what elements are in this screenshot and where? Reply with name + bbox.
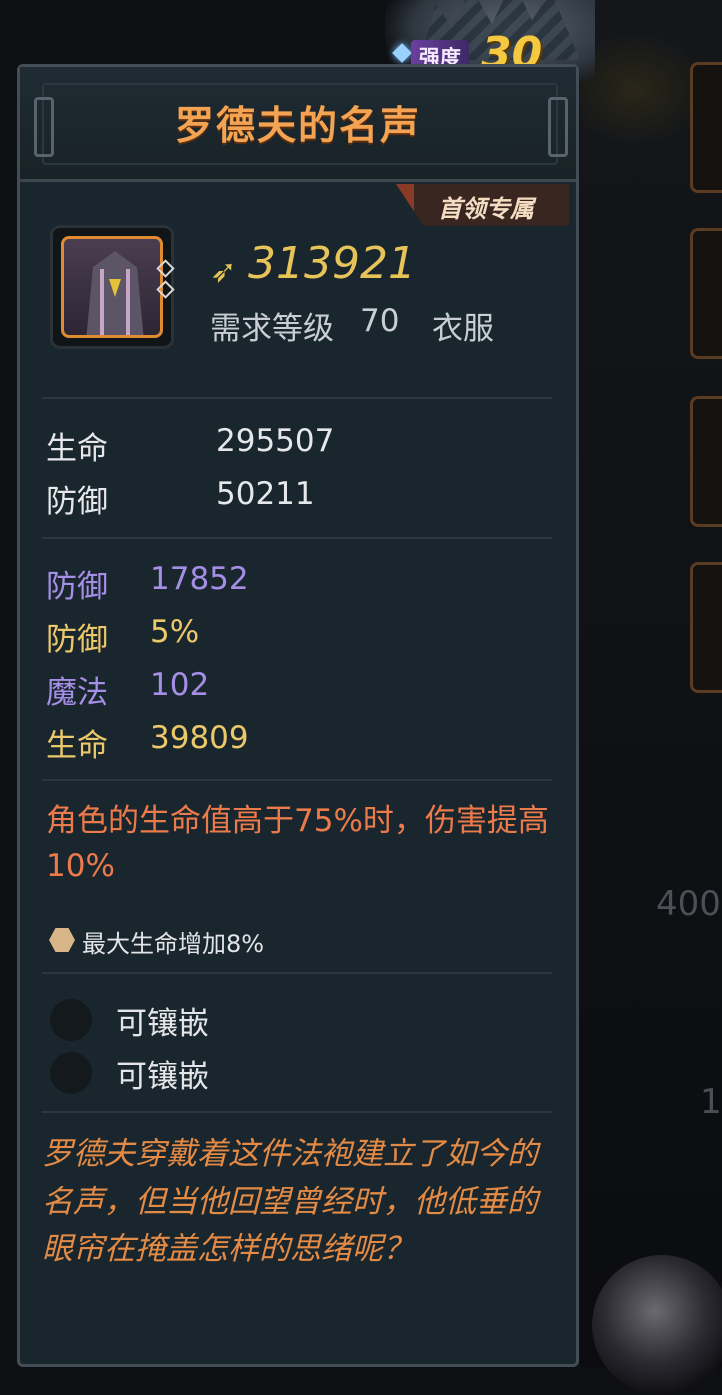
empty-socket-icon[interactable]	[50, 1052, 92, 1094]
background-number: 1	[700, 1082, 722, 1122]
divider	[42, 397, 552, 399]
divider	[42, 1111, 552, 1113]
exclusive-tag-label: 首领专属	[438, 195, 534, 223]
title-bar: 罗德夫的名声	[20, 67, 576, 182]
item-icon[interactable]	[50, 225, 175, 349]
side-equipment-slot[interactable]	[690, 396, 722, 527]
side-equipment-slot[interactable]	[690, 228, 722, 359]
extra-stat-label: 生命	[46, 728, 108, 764]
passive-effect: 角色的生命值高于75%时，伤害提高10%	[46, 803, 549, 884]
extra-stat-value: 17852	[150, 561, 249, 597]
socket-label: 可镶嵌	[116, 1059, 209, 1095]
extra-stat-value: 39809	[150, 720, 249, 756]
background-number: 400	[656, 884, 721, 924]
divider	[42, 537, 552, 539]
item-name: 罗德夫的名声	[174, 104, 421, 149]
item-price: 313921	[248, 238, 416, 289]
side-equipment-slot[interactable]	[690, 562, 722, 693]
level-requirement-label: 需求等级	[210, 311, 334, 347]
base-stat-label: 防御	[46, 484, 108, 520]
empty-socket-icon[interactable]	[50, 999, 92, 1041]
base-stat-value: 295507	[216, 423, 335, 459]
skill-orb-icon[interactable]	[592, 1255, 722, 1395]
robe-stripe	[100, 269, 104, 335]
robe-icon	[61, 236, 163, 338]
hexagon-gem-icon	[49, 928, 75, 952]
currency-icon: ➶	[210, 252, 237, 290]
robe-stripe	[126, 269, 130, 335]
base-stat-value: 50211	[216, 476, 315, 512]
set-bonus: 最大生命增加8%	[82, 930, 265, 958]
extra-stat-value: 5%	[150, 614, 200, 650]
gem-icon	[392, 43, 412, 63]
divider	[42, 779, 552, 781]
base-stat-label: 生命	[46, 431, 108, 467]
slot-type: 衣服	[432, 311, 494, 347]
extra-stat-label: 魔法	[46, 675, 108, 711]
divider	[42, 972, 552, 974]
extra-stat-label: 防御	[46, 622, 108, 658]
extra-stat-value: 102	[150, 667, 210, 703]
level-requirement-value: 70	[360, 303, 400, 339]
item-tooltip-panel: 罗德夫的名声 首领专属 ➶ 313921 需求等级 70 衣服 生命 29550…	[17, 64, 579, 1367]
lore-text: 罗德夫穿戴着这件法袍建立了如今的名声，但当他回望曾经时，他低垂的眼帘在掩盖怎样的…	[42, 1136, 538, 1268]
extra-stat-label: 防御	[46, 569, 108, 605]
side-equipment-slot[interactable]	[690, 62, 722, 193]
socket-label: 可镶嵌	[116, 1006, 209, 1042]
